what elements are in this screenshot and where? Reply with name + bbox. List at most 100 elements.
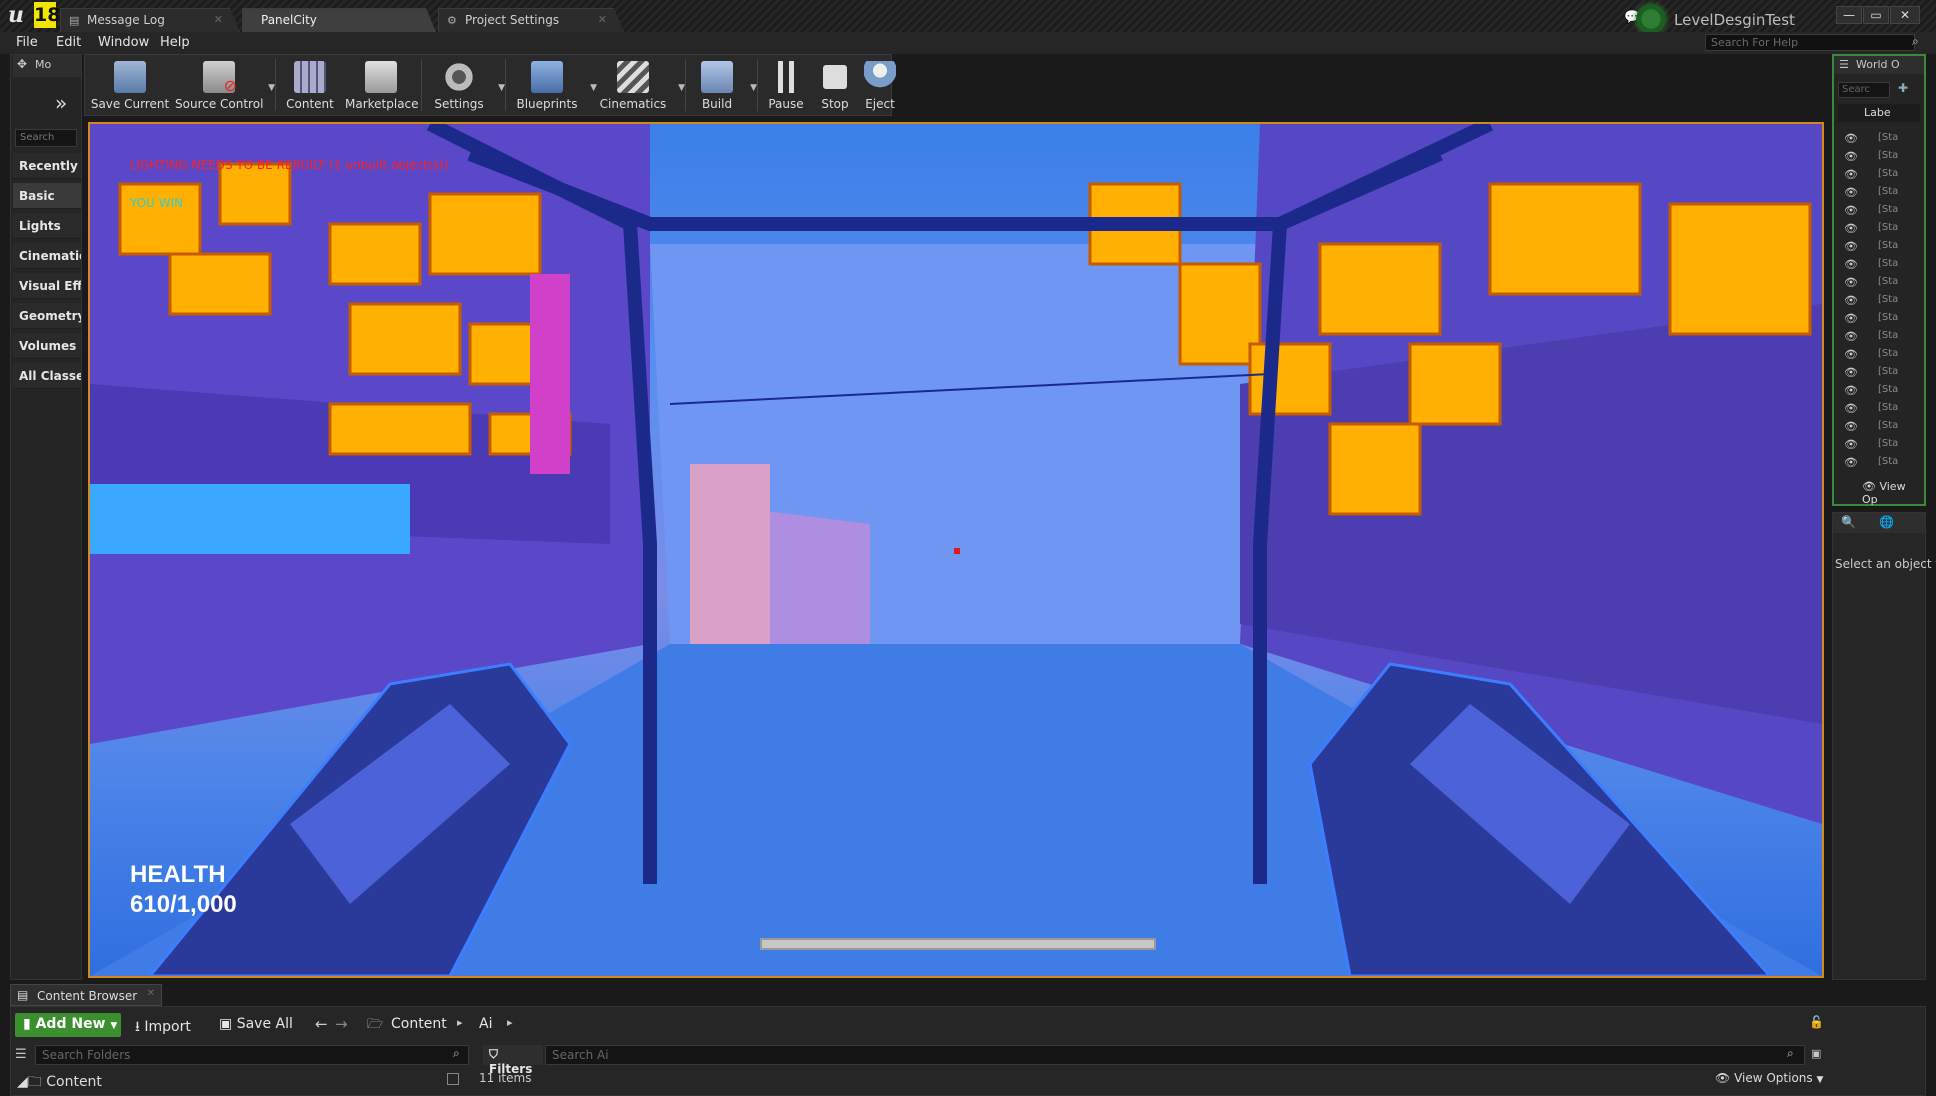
breadcrumb-content[interactable]: Content: [391, 1016, 447, 1032]
visibility-eye-icon[interactable]: 👁: [1844, 150, 1858, 163]
visibility-eye-icon[interactable]: 👁: [1844, 240, 1858, 253]
outliner-search-input[interactable]: Searc: [1838, 82, 1890, 98]
outliner-row[interactable]: 👁 [Sta: [1844, 418, 1924, 436]
visibility-eye-icon[interactable]: 👁: [1844, 258, 1858, 271]
outliner-row[interactable]: 👁 [Sta: [1844, 310, 1924, 328]
outliner-row[interactable]: 👁 [Sta: [1844, 346, 1924, 364]
blueprints-button[interactable]: Blueprints ▼: [509, 57, 597, 113]
tab-world-outliner[interactable]: ☰ World O: [1834, 56, 1924, 74]
tree-checkbox[interactable]: [447, 1073, 459, 1085]
back-arrow-icon[interactable]: ←: [315, 1015, 328, 1033]
tab-message-log[interactable]: ▤ Message Log ✕: [60, 8, 240, 32]
visibility-eye-icon[interactable]: 👁: [1844, 402, 1858, 415]
toggle-sources-icon[interactable]: ☰: [15, 1047, 27, 1062]
eject-button[interactable]: Eject: [859, 57, 901, 113]
source-control-button[interactable]: ⊘ Source Control ▼: [175, 57, 275, 113]
outliner-row[interactable]: 👁 [Sta: [1844, 220, 1924, 238]
visibility-eye-icon[interactable]: 👁: [1844, 222, 1858, 235]
expand-icon[interactable]: »: [55, 91, 67, 115]
menu-edit[interactable]: Edit: [56, 35, 81, 50]
dropdown-arrow-icon[interactable]: ▼: [498, 83, 505, 93]
cinematics-button[interactable]: Cinematics ▼: [593, 57, 685, 113]
marketplace-button[interactable]: Marketplace: [345, 57, 419, 113]
mode-basic[interactable]: Basic: [13, 183, 81, 209]
outliner-row[interactable]: 👁 [Sta: [1844, 382, 1924, 400]
visibility-eye-icon[interactable]: 👁: [1844, 312, 1858, 325]
outliner-row[interactable]: 👁 [Sta: [1844, 454, 1924, 472]
details-icon[interactable]: 🔍: [1841, 515, 1856, 529]
tab-panelcity[interactable]: PanelCity: [242, 8, 436, 32]
outliner-row[interactable]: 👁 [Sta: [1844, 274, 1924, 292]
maximize-button[interactable]: ▭: [1863, 6, 1889, 24]
visibility-eye-icon[interactable]: 👁: [1844, 348, 1858, 361]
view-options-button[interactable]: 👁 View Options ▼: [1715, 1071, 1823, 1085]
add-new-button[interactable]: ▮ Add New ▼: [15, 1013, 121, 1037]
outliner-row[interactable]: 👁 [Sta: [1844, 364, 1924, 382]
stop-button[interactable]: Stop: [815, 57, 855, 113]
minimize-button[interactable]: —: [1836, 6, 1862, 24]
dropdown-arrow-icon[interactable]: ▼: [268, 83, 275, 93]
visibility-eye-icon[interactable]: 👁: [1844, 276, 1858, 289]
tab-modes[interactable]: ✥ Mo: [13, 55, 81, 77]
outliner-row[interactable]: 👁 [Sta: [1844, 436, 1924, 454]
outliner-row[interactable]: 👁 [Sta: [1844, 184, 1924, 202]
menu-window[interactable]: Window: [98, 35, 149, 50]
outliner-row[interactable]: 👁 [Sta: [1844, 400, 1924, 418]
mode-all-classes[interactable]: All Classes: [13, 363, 81, 389]
view-options-button[interactable]: 👁 View Op: [1862, 480, 1924, 506]
import-button[interactable]: ⭳ Import: [135, 1013, 191, 1037]
breadcrumb-ai[interactable]: Ai: [479, 1016, 492, 1032]
visibility-eye-icon[interactable]: 👁: [1844, 186, 1858, 199]
level-viewport[interactable]: LIGHTING NEEDS TO BE REBUILT (1 unbuilt …: [88, 122, 1824, 978]
build-button[interactable]: Build ▼: [689, 57, 757, 113]
filters-button[interactable]: ⛉ Filters: [483, 1045, 543, 1076]
mode-geometry[interactable]: Geometry: [13, 303, 81, 329]
outliner-row[interactable]: 👁 [Sta: [1844, 328, 1924, 346]
tab-project-settings[interactable]: ⚙ Project Settings ✕: [438, 8, 624, 32]
outliner-row[interactable]: 👁 [Sta: [1844, 292, 1924, 310]
forward-arrow-icon[interactable]: →: [335, 1015, 348, 1033]
mode-recently-placed[interactable]: Recently P: [13, 153, 81, 179]
menu-file[interactable]: File: [16, 35, 38, 50]
outliner-row[interactable]: 👁 [Sta: [1844, 130, 1924, 148]
folder-search-input[interactable]: Search Folders: [35, 1045, 469, 1065]
tab-content-browser[interactable]: ▤ Content Browser ✕: [10, 984, 162, 1006]
outliner-row[interactable]: 👁 [Sta: [1844, 166, 1924, 184]
mode-visual-effects[interactable]: Visual Effe: [13, 273, 81, 299]
visibility-eye-icon[interactable]: 👁: [1844, 204, 1858, 217]
visibility-eye-icon[interactable]: 👁: [1844, 330, 1858, 343]
breadcrumb-separator-icon[interactable]: ▸: [507, 1016, 513, 1029]
world-settings-icon[interactable]: 🌐: [1879, 515, 1894, 529]
outliner-row[interactable]: 👁 [Sta: [1844, 148, 1924, 166]
visibility-eye-icon[interactable]: 👁: [1844, 420, 1858, 433]
save-current-button[interactable]: Save Current: [89, 57, 171, 113]
mode-volumes[interactable]: Volumes: [13, 333, 81, 359]
save-all-button[interactable]: ▣ Save All: [219, 1013, 293, 1037]
dropdown-arrow-icon[interactable]: ▼: [678, 83, 685, 93]
visibility-eye-icon[interactable]: 👁: [1844, 294, 1858, 307]
pause-button[interactable]: Pause: [761, 57, 811, 113]
visibility-eye-icon[interactable]: 👁: [1844, 438, 1858, 451]
outliner-row[interactable]: 👁 [Sta: [1844, 202, 1924, 220]
visibility-eye-icon[interactable]: 👁: [1844, 384, 1858, 397]
lock-icon[interactable]: 🔓: [1809, 1015, 1824, 1029]
close-window-button[interactable]: ✕: [1890, 6, 1920, 24]
close-icon[interactable]: ✕: [214, 13, 223, 26]
save-search-icon[interactable]: ▣: [1811, 1047, 1821, 1060]
content-button[interactable]: Content: [279, 57, 341, 113]
visibility-eye-icon[interactable]: 👁: [1844, 168, 1858, 181]
help-search-input[interactable]: Search For Help: [1705, 34, 1915, 51]
visibility-eye-icon[interactable]: 👁: [1844, 456, 1858, 469]
outliner-row[interactable]: 👁 [Sta: [1844, 238, 1924, 256]
breadcrumb-separator-icon[interactable]: ▸: [457, 1016, 463, 1029]
outliner-row[interactable]: 👁 [Sta: [1844, 256, 1924, 274]
visibility-eye-icon[interactable]: 👁: [1844, 366, 1858, 379]
visibility-eye-icon[interactable]: 👁: [1844, 132, 1858, 145]
close-icon[interactable]: ✕: [147, 988, 155, 999]
menu-help[interactable]: Help: [160, 35, 190, 50]
asset-search-input[interactable]: Search Ai: [545, 1045, 1805, 1065]
modes-search-input[interactable]: Search: [15, 129, 77, 147]
dropdown-arrow-icon[interactable]: ▼: [750, 83, 757, 93]
mode-lights[interactable]: Lights: [13, 213, 81, 239]
label-column-header[interactable]: Labe: [1838, 104, 1920, 122]
